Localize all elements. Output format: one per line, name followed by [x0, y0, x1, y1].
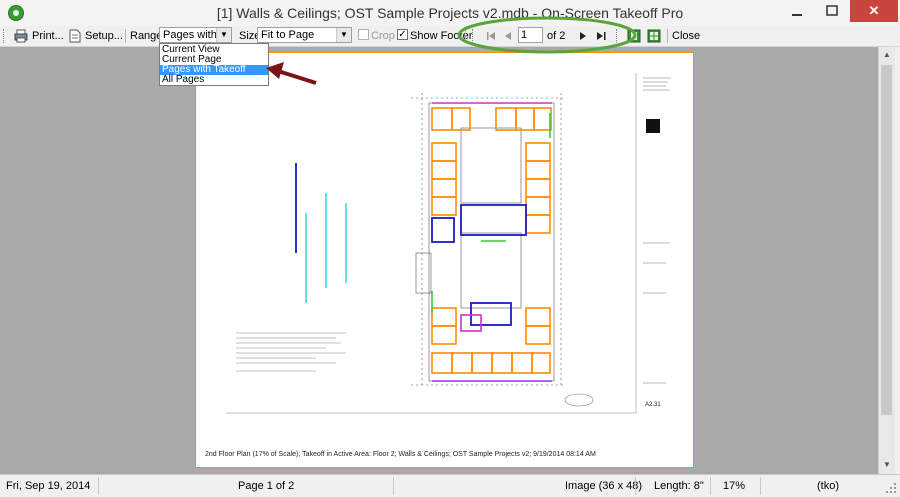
scroll-thumb[interactable]	[881, 65, 892, 415]
pointer-arrow-icon	[266, 62, 317, 85]
page-footer-text: 2nd Floor Plan (17% of Scale); Takeoff i…	[205, 451, 596, 458]
vertical-scrollbar[interactable]: ▲ ▼	[878, 47, 895, 474]
resize-grip-icon[interactable]	[886, 483, 898, 495]
status-separator	[760, 477, 761, 495]
status-separator	[710, 477, 711, 495]
preview-page: A2.31	[195, 52, 694, 468]
status-zoom: 17%	[723, 480, 746, 492]
status-separator	[393, 477, 394, 495]
title-block	[564, 73, 671, 413]
sheet-number: A2.31	[645, 402, 661, 408]
floor-plan-drawing: A2.31	[226, 73, 671, 414]
annotation-overlay	[266, 16, 637, 85]
status-length: Length: 8"	[654, 480, 704, 492]
status-separator	[98, 477, 99, 495]
highlight-ring	[457, 16, 637, 54]
status-mode: (tko)	[817, 480, 839, 492]
status-image-size: Image (36 x 48)	[565, 480, 643, 492]
status-date: Fri, Sep 19, 2014	[6, 480, 91, 492]
status-page: Page 1 of 2	[238, 480, 295, 492]
status-bar: Fri, Sep 19, 2014 Page 1 of 2 Image (36 …	[0, 474, 900, 497]
scroll-down-icon[interactable]: ▼	[879, 457, 895, 473]
status-separator	[635, 477, 636, 495]
